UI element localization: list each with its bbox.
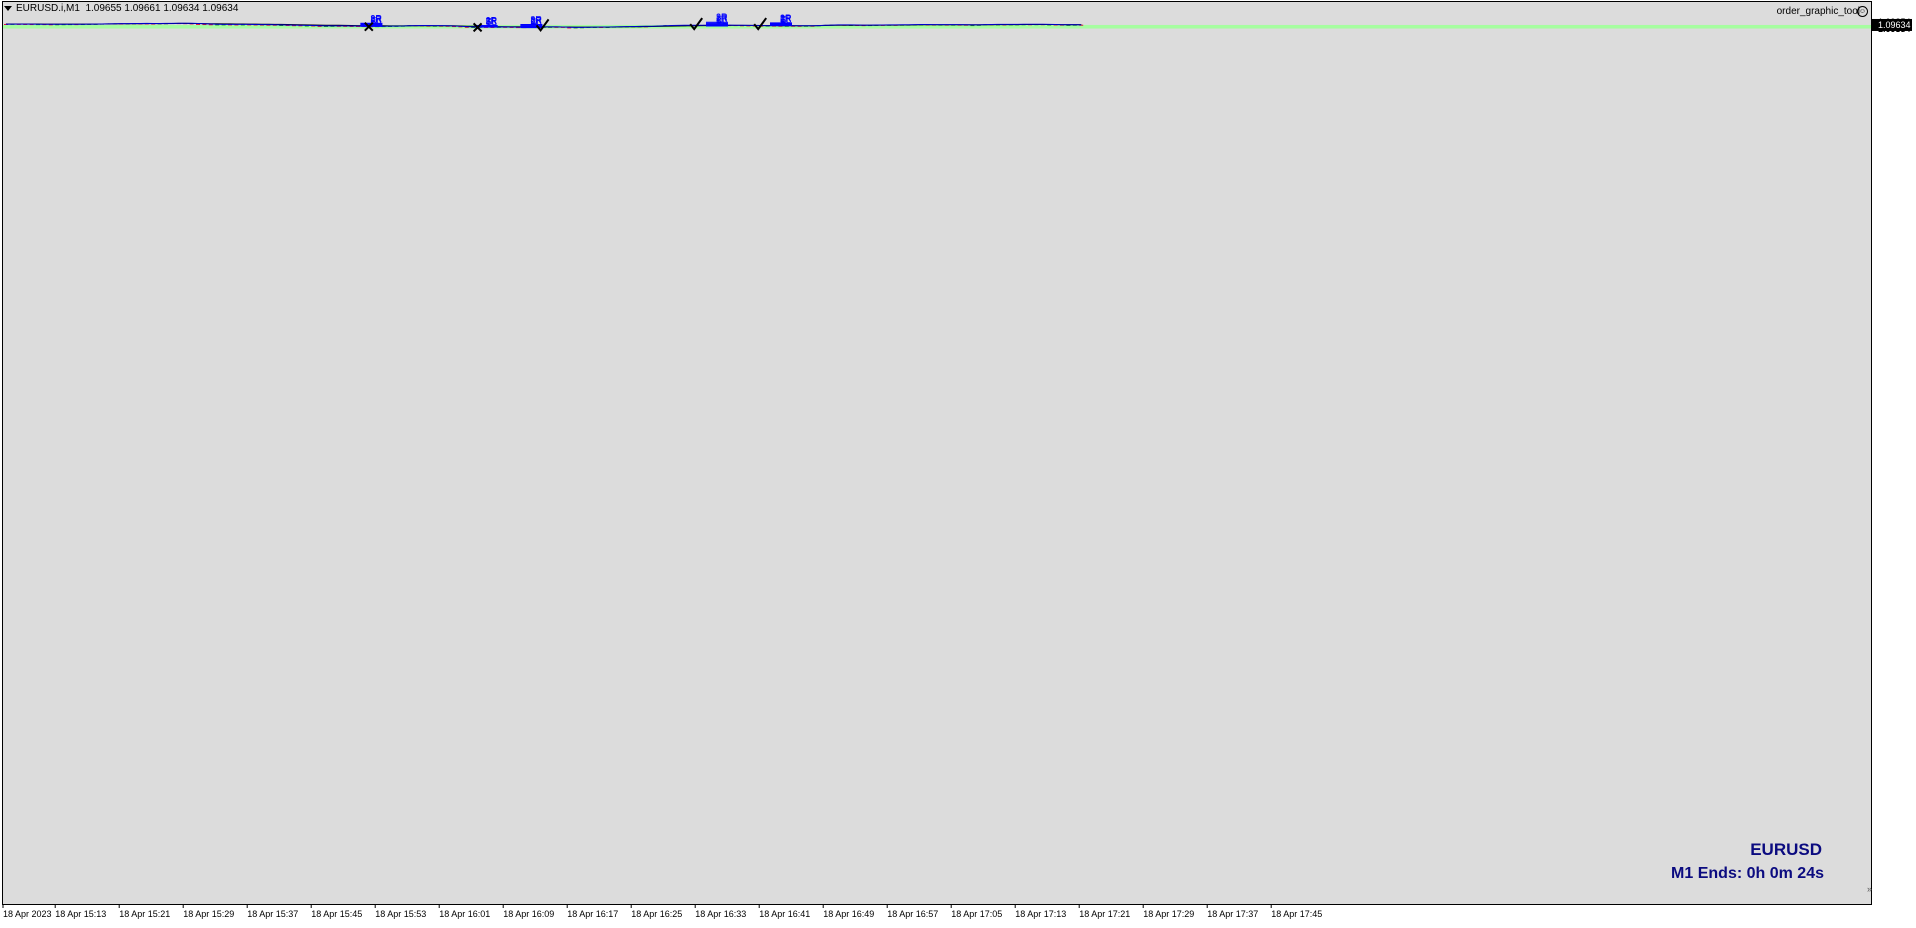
x-tick-label: 18 Apr 16:33 — [695, 909, 746, 919]
x-tick-label: 18 Apr 16:01 — [439, 909, 490, 919]
x-tick-label: 18 Apr 15:45 — [311, 909, 362, 919]
level-label: SL — [530, 18, 541, 28]
candle-bear — [196, 23, 200, 25]
x-tick-label: 18 Apr 17:21 — [1079, 909, 1130, 919]
dropdown-triangle-icon[interactable] — [4, 5, 12, 11]
x-tick-label: 18 Apr 17:13 — [1015, 909, 1066, 919]
x-tick-label: 18 Apr 15:53 — [375, 909, 426, 919]
x-tick-label: 18 Apr 16:41 — [759, 909, 810, 919]
scroll-end-icon[interactable]: » — [1867, 884, 1872, 894]
x-tick-label: 18 Apr 17:45 — [1271, 909, 1322, 919]
symbol-timeframe: EURUSD.i,M1 — [16, 3, 80, 14]
candlestick-chart[interactable]: 1.098541.098341.097941.097741.097541.097… — [0, 0, 1916, 923]
chart-header: EURUSD.i,M1 1.09655 1.09661 1.09634 1.09… — [4, 3, 238, 14]
x-tick-label: 18 Apr 16:49 — [823, 909, 874, 919]
x-tick-label: 18 Apr 16:09 — [503, 909, 554, 919]
plot-background — [2, 1, 1872, 905]
x-tick-label: 18 Apr 15:29 — [183, 909, 234, 919]
candle-timer: M1 Ends: 0h 0m 24s — [1671, 865, 1824, 882]
current-price-label: 1.09634 — [1878, 20, 1911, 30]
x-tick-label: 18 Apr 17:05 — [951, 909, 1002, 919]
overlay-symbol: EURUSD — [1750, 840, 1822, 859]
x-tick-label: 18 Apr 15:13 — [55, 909, 106, 919]
tool-label: order_graphic_tool — [1776, 6, 1860, 17]
x-tick-label: 18 Apr 17:37 — [1207, 909, 1258, 919]
level-label: SL — [780, 15, 791, 25]
ohlc-values: 1.09655 1.09661 1.09634 1.09634 — [85, 3, 239, 14]
x-tick-label: 18 Apr 16:17 — [567, 909, 618, 919]
chart-window[interactable]: 1.098541.098341.097941.097741.097541.097… — [0, 0, 1916, 923]
x-tick-label: 18 Apr 2023 — [3, 909, 52, 919]
x-tick-label: 18 Apr 15:37 — [247, 909, 298, 919]
level-label: SL — [716, 16, 727, 26]
x-tick-label: 18 Apr 17:29 — [1143, 909, 1194, 919]
x-tick-label: 18 Apr 16:57 — [887, 909, 938, 919]
x-tick-label: 18 Apr 16:25 — [631, 909, 682, 919]
smiley-icon: ☺ — [1857, 6, 1868, 17]
x-tick-label: 18 Apr 15:21 — [119, 909, 170, 919]
level-label: SL — [486, 17, 497, 27]
